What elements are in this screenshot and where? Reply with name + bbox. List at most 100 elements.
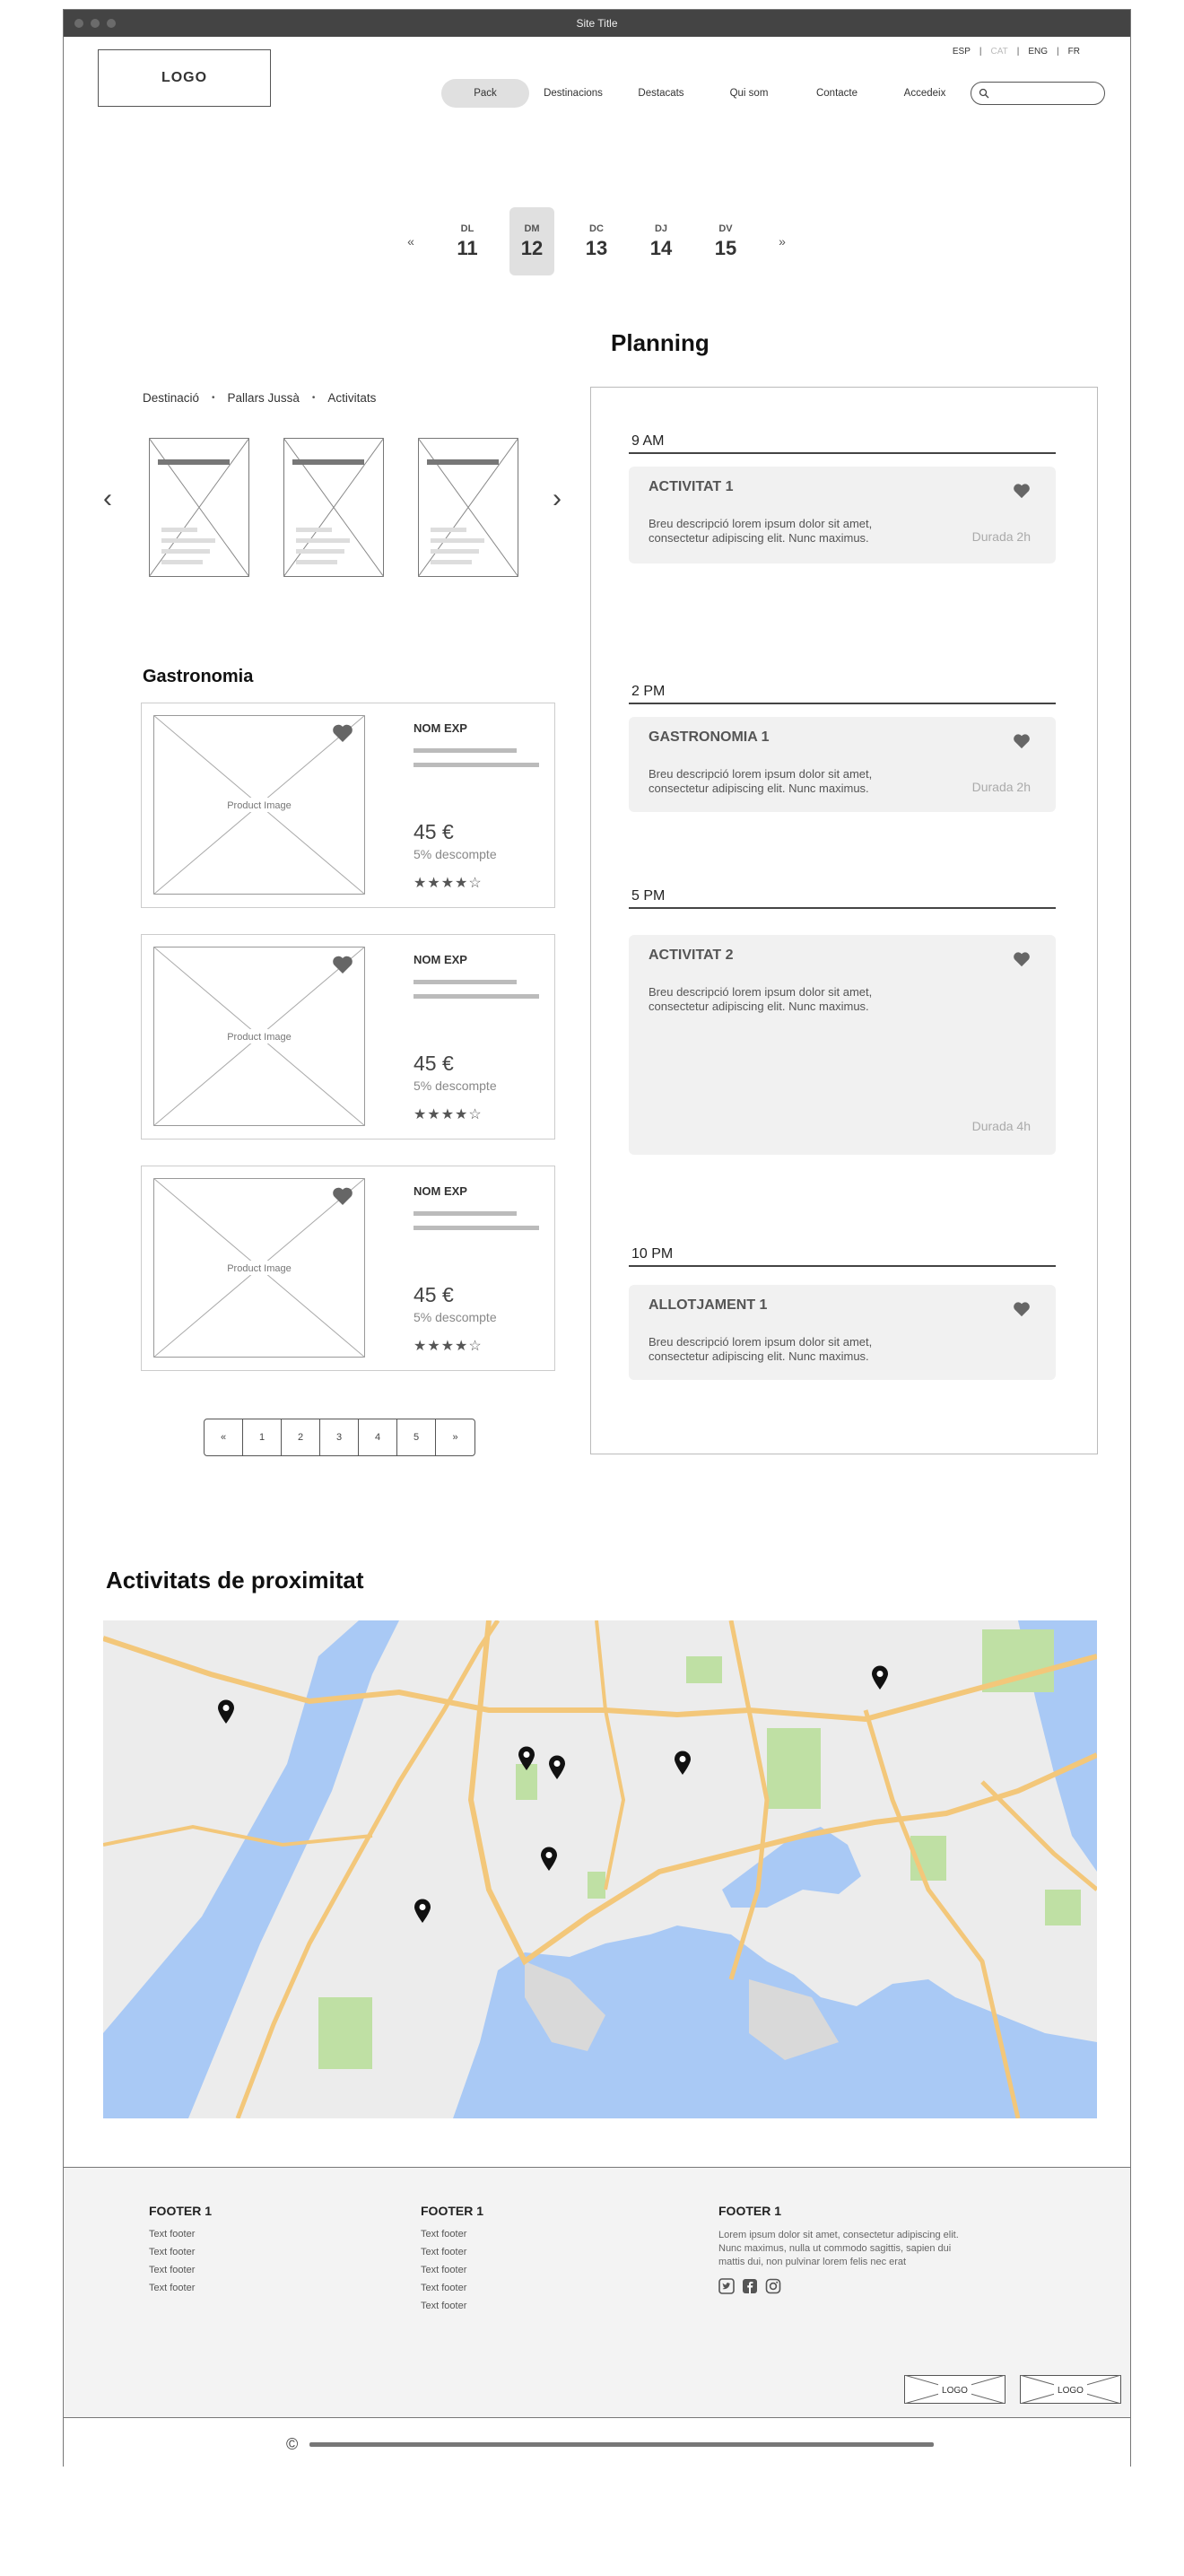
slot-divider <box>629 1265 1056 1267</box>
breadcrumb-item[interactable]: Destinació <box>143 391 199 405</box>
footer-link[interactable]: Text footer <box>421 2283 483 2293</box>
footer-link[interactable]: Text footer <box>149 2265 212 2275</box>
lang-esp[interactable]: ESP <box>944 47 979 57</box>
day-number: 14 <box>649 236 673 259</box>
day-item[interactable]: DL 11 <box>445 207 490 275</box>
activity-title: GASTRONOMIA 1 <box>649 729 770 745</box>
activity-card[interactable]: ACTIVITAT 2 Breu descripció lorem ipsum … <box>629 935 1056 1155</box>
product-card[interactable]: Product Image NOM EXP 45 € 5% descompte … <box>141 703 555 908</box>
text-placeholder-bar <box>414 994 539 999</box>
activity-description: Breu descripció lorem ipsum dolor sit am… <box>649 517 873 545</box>
next-days-button[interactable]: » <box>769 234 796 249</box>
day-item[interactable]: DC 13 <box>574 207 619 275</box>
day-number: 11 <box>457 236 478 259</box>
map-pin-icon[interactable] <box>548 1755 566 1785</box>
activity-duration: Durada 2h <box>971 780 1031 794</box>
partner-logo[interactable]: LOGO <box>903 2374 1006 2405</box>
maximize-window-button[interactable] <box>107 19 116 28</box>
heart-icon[interactable] <box>1013 733 1031 754</box>
minimize-window-button[interactable] <box>91 19 100 28</box>
site-logo[interactable]: LOGO <box>98 49 271 107</box>
footer-link[interactable]: Text footer <box>149 2229 212 2240</box>
carousel-next-button[interactable]: › <box>553 485 562 512</box>
page-button[interactable]: 5 <box>397 1419 436 1455</box>
facebook-icon[interactable] <box>742 2278 758 2299</box>
lang-fr[interactable]: FR <box>1059 47 1089 57</box>
partner-logo[interactable]: LOGO <box>1019 2374 1122 2405</box>
product-discount: 5% descompte <box>414 1078 497 1093</box>
slot-time: 5 PM <box>631 888 666 904</box>
prev-days-button[interactable]: « <box>397 234 424 249</box>
page-button[interactable]: 2 <box>282 1419 320 1455</box>
product-card[interactable]: Product Image NOM EXP 45 € 5% descompte … <box>141 934 555 1140</box>
heart-icon[interactable] <box>332 723 353 747</box>
carousel-card[interactable] <box>148 437 250 578</box>
copyright-text-placeholder <box>309 2442 934 2447</box>
text-placeholder-bar <box>414 1211 517 1216</box>
product-rating-stars: ★★★★☆ <box>414 1339 483 1354</box>
slot-time: 2 PM <box>631 684 666 699</box>
heart-icon[interactable] <box>1013 483 1031 503</box>
page-button[interactable]: 1 <box>243 1419 282 1455</box>
page-prev-button[interactable]: « <box>205 1419 243 1455</box>
window-title: Site Title <box>576 17 618 30</box>
nav-destinacions[interactable]: Destinacions <box>529 79 617 108</box>
product-card[interactable]: Product Image NOM EXP 45 € 5% descompte … <box>141 1166 555 1371</box>
footer-link[interactable]: Text footer <box>149 2283 212 2293</box>
map-pin-icon[interactable] <box>674 1751 692 1780</box>
slot-time: 10 PM <box>631 1246 674 1262</box>
footer-link[interactable]: Text footer <box>421 2229 483 2240</box>
page-button[interactable]: 4 <box>359 1419 397 1455</box>
day-item-selected[interactable]: DM 12 <box>509 207 554 275</box>
nav-contacte[interactable]: Contacte <box>793 79 881 108</box>
activity-card[interactable]: GASTRONOMIA 1 Breu descripció lorem ipsu… <box>629 717 1056 812</box>
product-name: NOM EXP <box>414 721 467 735</box>
footer-link[interactable]: Text footer <box>149 2247 212 2257</box>
footer-link[interactable]: Text footer <box>421 2247 483 2257</box>
footer-text: Lorem ipsum dolor sit amet, consectetur … <box>718 2230 959 2267</box>
carousel-prev-button[interactable]: ‹ <box>103 485 112 512</box>
page-button[interactable]: 3 <box>320 1419 359 1455</box>
map-pin-icon[interactable] <box>414 1899 431 1928</box>
page-next-button[interactable]: » <box>436 1419 474 1455</box>
activity-card[interactable]: ACTIVITAT 1 Breu descripció lorem ipsum … <box>629 467 1056 563</box>
breadcrumb-item[interactable]: Activitats <box>327 391 376 405</box>
twitter-icon[interactable] <box>718 2278 735 2299</box>
map-pin-icon[interactable] <box>871 1665 889 1695</box>
heart-icon[interactable] <box>1013 1301 1031 1322</box>
nearby-activities-map[interactable] <box>103 1620 1097 2118</box>
footer-heading: FOOTER 1 <box>149 2204 213 2218</box>
day-name: DJ <box>654 223 668 234</box>
product-price: 45 € <box>414 1052 454 1075</box>
breadcrumb-item[interactable]: Pallars Jussà <box>228 391 300 405</box>
heart-icon[interactable] <box>1013 951 1031 972</box>
copyright-symbol: © <box>286 2435 299 2453</box>
map-pin-icon[interactable] <box>540 1847 558 1876</box>
carousel-card[interactable] <box>283 437 385 578</box>
day-name: DC <box>589 223 604 234</box>
map-pin-icon[interactable] <box>518 1746 535 1776</box>
lang-eng[interactable]: ENG <box>1019 47 1057 57</box>
heart-icon[interactable] <box>332 1186 353 1210</box>
title-bar: Site Title <box>64 10 1130 37</box>
nav-accedeix[interactable]: Accedeix <box>881 79 969 108</box>
close-window-button[interactable] <box>74 19 83 28</box>
nav-pack[interactable]: Pack <box>441 79 529 108</box>
planning-title: Planning <box>611 329 710 356</box>
footer-link[interactable]: Text footer <box>421 2301 483 2311</box>
nav-qui-som[interactable]: Qui som <box>705 79 793 108</box>
activity-card[interactable]: ALLOTJAMENT 1 Breu descripció lorem ipsu… <box>629 1285 1056 1380</box>
day-item[interactable]: DV 15 <box>703 207 748 275</box>
nav-destacats[interactable]: Destacats <box>617 79 705 108</box>
day-item[interactable]: DJ 14 <box>639 207 683 275</box>
instagram-icon[interactable] <box>765 2278 781 2299</box>
carousel-card[interactable] <box>417 437 519 578</box>
heart-icon[interactable] <box>332 955 353 979</box>
footer-link[interactable]: Text footer <box>421 2265 483 2275</box>
lang-cat[interactable]: CAT <box>982 47 1017 57</box>
product-image-label: Product Image <box>227 1263 292 1274</box>
map-pin-icon[interactable] <box>217 1699 235 1729</box>
day-name: DV <box>718 223 733 234</box>
search-input[interactable] <box>993 85 1097 101</box>
partner-logo-label: LOGO <box>942 2386 968 2396</box>
